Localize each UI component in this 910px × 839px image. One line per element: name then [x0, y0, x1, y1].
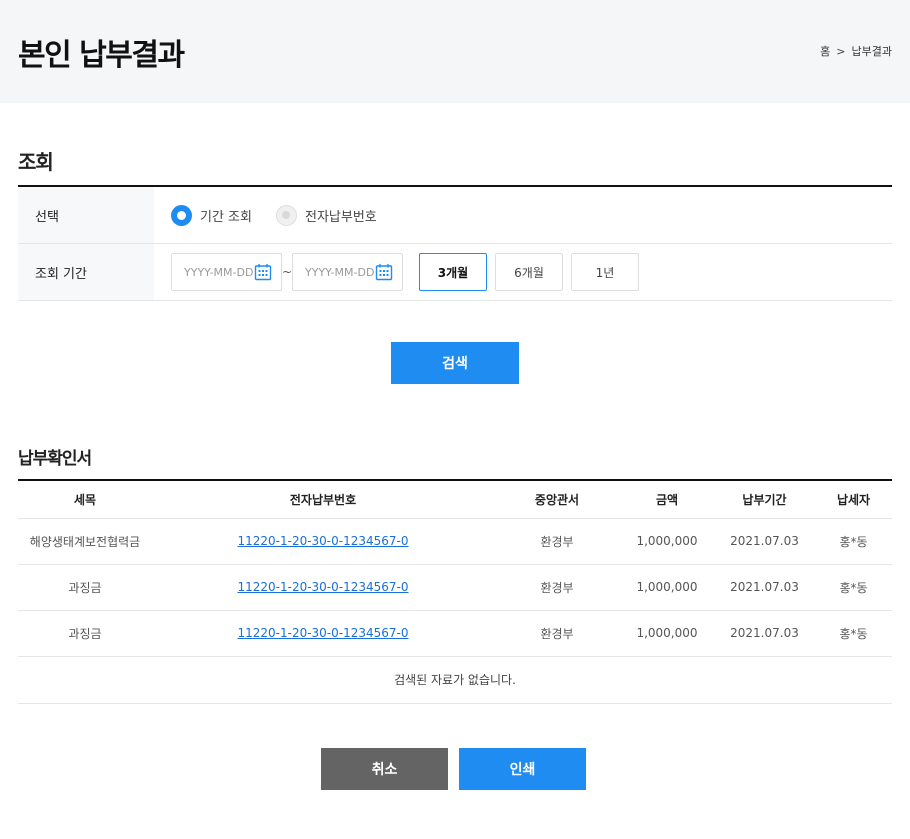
- radio-checked-icon[interactable]: [171, 204, 192, 226]
- column-header: 납부기간: [714, 480, 815, 519]
- column-header: 금액: [620, 480, 714, 519]
- breadcrumb: 홈 > 납부결과: [820, 43, 892, 59]
- period-label: 조회 기간: [18, 244, 154, 300]
- radio-unchecked-icon[interactable]: [275, 204, 297, 226]
- search-form: 선택 기간 조회 전자납부번호 조회 기간 YYYY-MM-DD ~ YYYY-…: [18, 185, 892, 301]
- results-title: 납부확인서: [18, 449, 92, 469]
- empty-message: 검색된 자료가 없습니다.: [18, 656, 892, 704]
- period-3months-button[interactable]: 3개월: [419, 253, 487, 291]
- period-1year-button[interactable]: 1년: [571, 253, 639, 291]
- column-header: 납세자: [815, 480, 892, 519]
- results-table: 세목 전자납부번호 중앙관서 금액 납부기간 납세자 해양생태계보전협력금 11…: [18, 479, 892, 704]
- amount-cell: 1,000,000: [620, 518, 714, 565]
- radio-payment-number[interactable]: 전자납부번호: [275, 204, 377, 226]
- taxpayer-cell: 홍*동: [815, 610, 892, 657]
- taxpayer-cell: 홍*동: [815, 564, 892, 611]
- empty-row: 검색된 자료가 없습니다.: [18, 656, 892, 704]
- date-from-field[interactable]: [171, 253, 282, 291]
- tax-item-cell: 과징금: [18, 564, 152, 611]
- amount-cell: 1,000,000: [620, 610, 714, 657]
- date-from-input[interactable]: [184, 265, 254, 279]
- select-options: 기간 조회 전자납부번호: [154, 187, 892, 243]
- tax-item-cell: 해양생태계보전협력금: [18, 518, 152, 565]
- column-header: 세목: [18, 480, 152, 519]
- payment-number-cell: 11220-1-20-30-0-1234567-0: [152, 610, 494, 657]
- agency-cell: 환경부: [494, 610, 620, 657]
- search-section-title: 조회: [18, 150, 54, 174]
- breadcrumb-current: 납부결과: [851, 45, 892, 58]
- payment-number-cell: 11220-1-20-30-0-1234567-0: [152, 564, 494, 611]
- calendar-icon[interactable]: [254, 263, 272, 281]
- column-header: 전자납부번호: [152, 480, 494, 519]
- agency-cell: 환경부: [494, 518, 620, 565]
- payment-number-link[interactable]: 11220-1-20-30-0-1234567-0: [237, 580, 408, 594]
- table-header-row: 세목 전자납부번호 중앙관서 금액 납부기간 납세자: [18, 480, 892, 519]
- cancel-button[interactable]: 취소: [321, 748, 448, 790]
- radio-period-label: 기간 조회: [200, 209, 252, 225]
- payment-number-link[interactable]: 11220-1-20-30-0-1234567-0: [237, 534, 408, 548]
- table-row: 과징금 11220-1-20-30-0-1234567-0 환경부 1,000,…: [18, 610, 892, 657]
- table-row: 해양생태계보전협력금 11220-1-20-30-0-1234567-0 환경부…: [18, 518, 892, 565]
- radio-period-search[interactable]: 기간 조회: [171, 204, 252, 226]
- period-6months-button[interactable]: 6개월: [495, 253, 563, 291]
- payment-date-cell: 2021.07.03: [714, 564, 815, 611]
- tax-item-cell: 과징금: [18, 610, 152, 657]
- taxpayer-cell: 홍*동: [815, 518, 892, 565]
- breadcrumb-home[interactable]: 홈: [820, 43, 830, 59]
- agency-cell: 환경부: [494, 564, 620, 611]
- column-header: 중앙관서: [494, 480, 620, 519]
- period-row: 조회 기간 ~: [18, 244, 892, 301]
- page-header: 본인 납부결과 홈 > 납부결과: [0, 0, 910, 103]
- select-row: 선택 기간 조회 전자납부번호: [18, 187, 892, 244]
- payment-number-link[interactable]: 11220-1-20-30-0-1234567-0: [237, 626, 408, 640]
- date-separator: ~: [282, 265, 293, 279]
- select-label: 선택: [18, 187, 154, 243]
- payment-number-cell: 11220-1-20-30-0-1234567-0: [152, 518, 494, 565]
- amount-cell: 1,000,000: [620, 564, 714, 611]
- calendar-icon[interactable]: [375, 263, 393, 281]
- radio-payment-number-label: 전자납부번호: [304, 209, 377, 225]
- table-row: 과징금 11220-1-20-30-0-1234567-0 환경부 1,000,…: [18, 564, 892, 611]
- chevron-right-icon: >: [836, 44, 846, 58]
- period-controls: ~ 3개월 6개월 1년: [154, 244, 892, 300]
- payment-date-cell: 2021.07.03: [714, 610, 815, 657]
- page-title: 본인 납부결과: [18, 38, 185, 73]
- payment-date-cell: 2021.07.03: [714, 518, 815, 565]
- date-to-input[interactable]: [305, 265, 375, 279]
- date-to-field[interactable]: [292, 253, 403, 291]
- search-button[interactable]: 검색: [391, 342, 519, 384]
- print-button[interactable]: 인쇄: [459, 748, 586, 790]
